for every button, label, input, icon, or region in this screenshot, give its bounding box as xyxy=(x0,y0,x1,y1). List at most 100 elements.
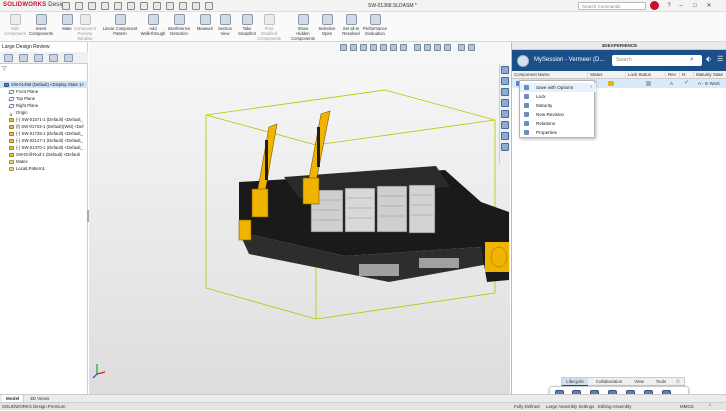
view-orientation-dropdown-icon[interactable] xyxy=(390,44,397,51)
close-icon[interactable]: ✕ xyxy=(704,2,714,10)
tree-item[interactable]: Top Plane xyxy=(0,95,88,102)
viewport-maximize-icon[interactable] xyxy=(468,44,475,51)
ribbon-button-selective-open[interactable]: Selective Open xyxy=(314,14,340,36)
ribbon-command-icon xyxy=(369,14,381,25)
column-is[interactable]: Is xyxy=(680,71,694,79)
column-rev[interactable]: Rev xyxy=(666,71,680,79)
tree-item[interactable]: Mates xyxy=(0,158,88,165)
view-palette-tab-icon[interactable] xyxy=(501,110,509,118)
gear-icon[interactable] xyxy=(205,2,213,10)
open-icon[interactable] xyxy=(88,2,96,10)
rebuild-icon[interactable] xyxy=(166,2,174,10)
context-menu-item[interactable]: Save with Options › xyxy=(520,83,596,92)
tree-item[interactable]: Right Plane xyxy=(0,102,88,109)
appearances-tab-icon[interactable] xyxy=(501,121,509,129)
apply-scene-icon[interactable] xyxy=(434,44,441,51)
display-style-icon[interactable] xyxy=(400,44,407,51)
tree-item[interactable]: ↳ Origin xyxy=(0,109,88,116)
minimize-icon[interactable]: – xyxy=(676,2,686,10)
3dexperience-tab-icon[interactable] xyxy=(501,66,509,74)
menu-icon[interactable]: ☰ xyxy=(717,55,723,63)
tree-item[interactable]: (f) SW-01703-1 (Default)(Wkt) <Def xyxy=(0,123,88,130)
chevron-right-icon: › xyxy=(590,84,592,90)
home-icon[interactable] xyxy=(62,2,70,10)
context-menu-item[interactable]: Lock xyxy=(520,92,596,101)
tree-item[interactable]: (-) SW-02147-1 (Default) <Default_ xyxy=(0,137,88,144)
graphics-area[interactable] xyxy=(89,42,527,394)
resources-tab-icon[interactable] xyxy=(501,77,509,85)
ribbon-button-performance-evaluation[interactable]: Performance Evaluation xyxy=(362,14,388,36)
tree-item[interactable]: (-) SW-01370-1 (Default) <Default_ xyxy=(0,144,88,151)
tree-item[interactable]: (-) SW-01735-1 (Default) <Default_ xyxy=(0,130,88,137)
configuration-tab-icon[interactable] xyxy=(34,54,43,62)
ribbon-button-show-hidden-components[interactable]: Show Hidden Components xyxy=(290,14,316,41)
column-maturity-state[interactable]: Maturity State xyxy=(694,71,726,79)
zoom-to-fit-icon[interactable] xyxy=(340,44,347,51)
new-document-icon[interactable] xyxy=(75,2,83,10)
zoom-to-area-icon[interactable] xyxy=(350,44,357,51)
feature-tree-tab-icon[interactable] xyxy=(4,54,13,62)
column-status[interactable]: Status xyxy=(588,71,626,79)
tree-item-label: SW-01368 (Default) <Display State 1> xyxy=(11,82,85,87)
context-menu-item[interactable]: Properties xyxy=(520,128,596,137)
cube-icon[interactable] xyxy=(192,2,200,10)
favorite-icon[interactable]: ☆ xyxy=(672,378,684,386)
ribbon-button-component-preview-window[interactable]: Component Preview Window xyxy=(72,14,98,41)
save-icon[interactable] xyxy=(114,2,122,10)
ribbon-button-add-walk-through[interactable]: Add Walk-through xyxy=(140,14,166,36)
column-component-name[interactable]: Component Name xyxy=(512,71,588,79)
tab-view[interactable]: View xyxy=(628,378,650,386)
dimxpert-tab-icon[interactable] xyxy=(49,54,58,62)
search-icon[interactable]: ⌕ xyxy=(690,56,694,64)
ribbon-button-edit-component[interactable]: Edit Component xyxy=(2,14,28,36)
hide-show-items-icon[interactable] xyxy=(414,44,421,51)
tab-lifecycle[interactable]: Lifecycle xyxy=(562,378,588,386)
display-manager-tab-icon[interactable] xyxy=(64,54,73,62)
xp-search-input[interactable]: Search ⌕ xyxy=(612,55,702,66)
ribbon-button-set-all-to-resolved[interactable]: Set all to Resolved xyxy=(338,14,364,36)
context-menu-item[interactable]: Relations xyxy=(520,119,596,128)
custom-properties-tab-icon[interactable] xyxy=(501,132,509,140)
file-explorer-tab-icon[interactable] xyxy=(501,99,509,107)
tree-item-label: (f) SW-01703-1 (Default)(Wkt) <Def xyxy=(16,124,84,129)
session-selector[interactable]: MySession - Vermeer (D... xyxy=(534,57,604,63)
help-icon[interactable]: ? xyxy=(664,2,674,10)
context-menu-item[interactable]: Maturity xyxy=(520,101,596,110)
edit-appearance-icon[interactable] xyxy=(424,44,431,51)
redo-icon[interactable] xyxy=(140,2,148,10)
ribbon-command-icon xyxy=(297,14,309,25)
view-settings-icon[interactable] xyxy=(444,44,451,51)
section-view-icon[interactable] xyxy=(370,44,377,51)
tree-item[interactable]: SW-Drill-Rod-1 (Default) <Default xyxy=(0,151,88,158)
notification-icon[interactable] xyxy=(650,1,659,10)
tree-item-label: (-) SW-01571-1 (Default) <Default_ xyxy=(16,117,83,122)
tree-item[interactable]: SW-01368 (Default) <Display State 1> xyxy=(0,81,88,88)
ribbon-button-print-modified-components[interactable]: Print Modified Components xyxy=(256,14,282,41)
previous-view-icon[interactable] xyxy=(360,44,367,51)
ribbon-button-interference-detection[interactable]: Interference Detection xyxy=(166,14,192,36)
search-commands-input[interactable]: Search Commands xyxy=(578,2,646,10)
relations-icon xyxy=(524,121,529,126)
print-icon[interactable] xyxy=(101,2,109,10)
solidworks-forum-tab-icon[interactable] xyxy=(501,143,509,151)
tag-icon[interactable]: ⬖ xyxy=(706,55,711,63)
tab-tools[interactable]: Tools xyxy=(650,378,672,386)
context-menu-item[interactable]: New Revision xyxy=(520,110,596,119)
property-manager-tab-icon[interactable] xyxy=(19,54,28,62)
tree-item[interactable]: Front Plane xyxy=(0,88,88,95)
avatar[interactable] xyxy=(517,55,529,67)
ribbon-button-insert-components[interactable]: Insert Components xyxy=(28,14,54,36)
viewport-restore-icon[interactable] xyxy=(458,44,465,51)
design-library-tab-icon[interactable] xyxy=(501,88,509,96)
ribbon-button-linear-component-pattern[interactable]: Linear Component Pattern xyxy=(102,14,138,36)
tree-item[interactable]: LocalLPattern1 xyxy=(0,165,88,172)
select-icon[interactable] xyxy=(153,2,161,10)
options-icon[interactable] xyxy=(179,2,187,10)
maximize-icon[interactable]: □ xyxy=(690,2,700,10)
dynamic-annotation-icon[interactable] xyxy=(380,44,387,51)
undo-icon[interactable] xyxy=(127,2,135,10)
tab-collaboration[interactable]: Collaboration xyxy=(590,378,628,386)
column-lock-status[interactable]: Lock Status xyxy=(626,71,666,79)
tree-item[interactable]: (-) SW-01571-1 (Default) <Default_ xyxy=(0,116,88,123)
filter-icon[interactable]: ▽ xyxy=(2,65,9,72)
